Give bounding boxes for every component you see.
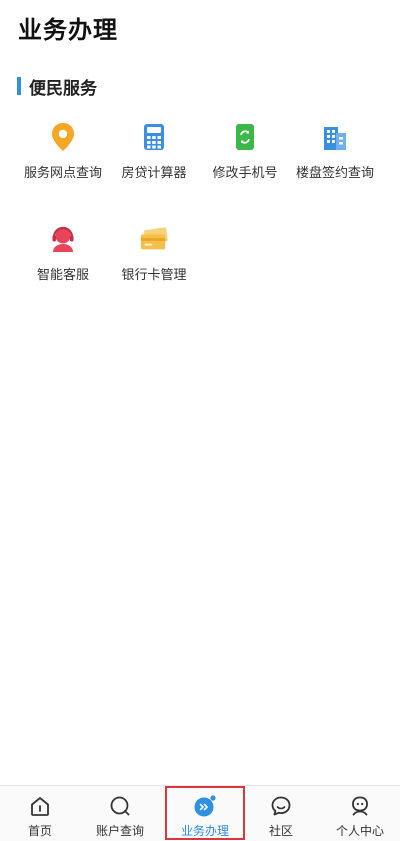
section-accent-bar — [17, 77, 21, 95]
business-icon — [193, 794, 217, 818]
section-title: 便民服务 — [29, 78, 97, 99]
building-icon — [320, 122, 350, 152]
service-label: 银行卡管理 — [121, 268, 187, 283]
page-title: 业务办理 — [18, 16, 118, 44]
tab-profile[interactable]: 个人中心 — [320, 786, 400, 841]
location-pin-icon — [48, 122, 78, 152]
tab-label: 账户查询 — [95, 824, 144, 838]
service-branch-locator[interactable]: 服务网点查询 — [18, 122, 108, 192]
service-label: 楼盘签约查询 — [295, 166, 374, 181]
tab-label: 个人中心 — [335, 824, 384, 838]
tab-home[interactable]: 首页 — [0, 786, 80, 841]
bottom-tab-bar: 首页 账户查询 业务办理 社区 个人中心 — [0, 785, 400, 841]
account-search-icon — [108, 794, 132, 818]
calculator-icon — [139, 122, 169, 152]
phone-refresh-icon — [230, 122, 260, 152]
tab-label: 业务办理 — [180, 824, 229, 838]
headset-agent-icon — [48, 224, 78, 254]
service-label: 房贷计算器 — [121, 166, 187, 181]
tab-community[interactable]: 社区 — [241, 786, 321, 841]
service-smart-support[interactable]: 智能客服 — [18, 224, 108, 294]
tab-account-query[interactable]: 账户查询 — [80, 786, 160, 841]
tab-label: 首页 — [27, 824, 52, 838]
profile-icon — [348, 794, 372, 818]
service-mortgage-calculator[interactable]: 房贷计算器 — [109, 122, 199, 192]
service-label: 智能客服 — [36, 268, 89, 283]
community-chat-icon — [269, 794, 293, 818]
tab-label: 社区 — [268, 824, 293, 838]
service-label: 修改手机号 — [212, 166, 278, 181]
tab-business[interactable]: 业务办理 — [165, 786, 245, 841]
bank-cards-icon — [139, 224, 169, 254]
section-header: 便民服务 — [17, 76, 97, 99]
business-page: 业务办理 便民服务 服务网点查询 房贷计算器 修改手机号 楼盘签约查询 智能客服… — [0, 0, 400, 841]
home-icon — [28, 794, 52, 818]
service-property-contract-query[interactable]: 楼盘签约查询 — [290, 122, 380, 192]
service-bank-card-management[interactable]: 银行卡管理 — [109, 224, 199, 294]
service-label: 服务网点查询 — [23, 166, 102, 181]
service-change-phone[interactable]: 修改手机号 — [200, 122, 290, 192]
